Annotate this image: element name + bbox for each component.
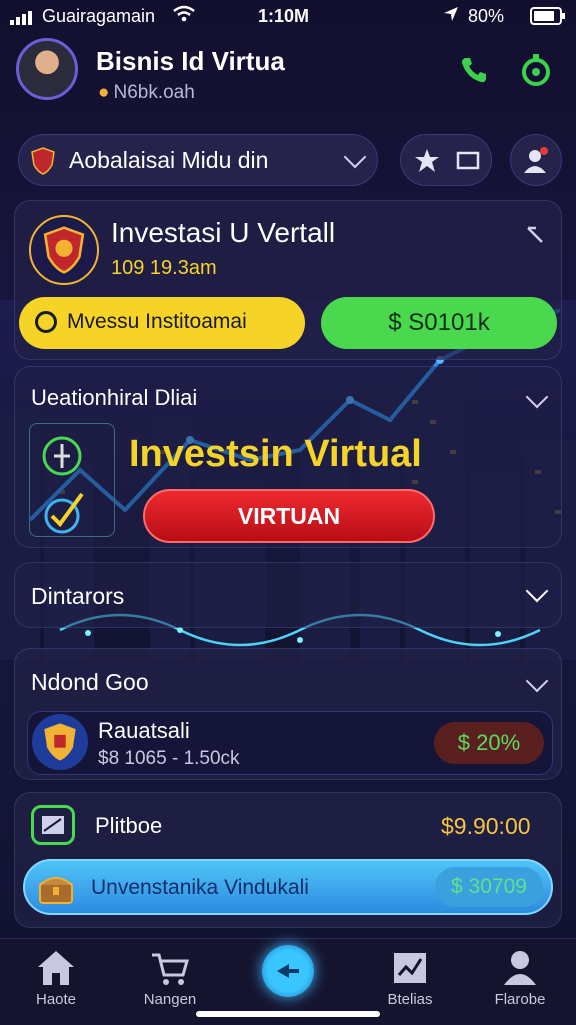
nav-item-profile[interactable]: Flarobe [470,947,570,1008]
check-icon [42,436,84,534]
virtual-invest-value: $ 30709 [435,867,543,907]
page-title: Bisnis Id Virtua [96,46,285,76]
profile-button[interactable] [510,134,562,186]
alarm-icon[interactable] [516,50,556,90]
location-icon [442,5,460,28]
window-icon[interactable] [455,147,483,175]
quick-actions [400,134,492,186]
section-nabond: Ndond Goo Rauatsali $8 1065 - 1.50ck $ 2… [14,648,562,780]
section-plitboe-value: $9.90:00 [441,813,531,839]
wifi-icon [172,5,196,28]
yellow-invest-button[interactable]: Mvessu Institoamai [19,297,305,349]
chevron-down-icon [343,145,367,169]
investment-card: Investasi U Vertall 109 19.3am Mvessu In… [14,200,562,360]
star-icon[interactable] [413,147,441,175]
nav-item-cart[interactable]: Nangen [120,947,220,1008]
document-icon [31,805,75,845]
coat-of-arms-icon [32,714,88,770]
avatar[interactable] [16,38,78,100]
profile-icon [470,947,570,987]
section-dintarors-label: Dintarors [31,583,125,609]
nav-item-cart-label: Nangen [143,991,197,1008]
list-item[interactable]: Rauatsali $8 1065 - 1.50ck $ 20% [27,711,553,775]
percent-badge-label: $ 20% [457,730,521,755]
chart-board-icon [360,947,460,987]
promo-headline: Investsin Virtual [129,433,422,475]
search-selector-label: Aobalaisai Midu din [69,147,269,173]
cart-icon [120,947,220,987]
percent-badge: $ 20% [434,722,544,764]
carrier-name: Guairagamain [42,6,156,26]
list-item-name: Rauatsali [98,718,190,743]
shield-icon [31,147,55,180]
section-dintarors[interactable]: Dintarors [14,562,562,628]
virtual-invest-bar[interactable]: Unvenstanika Vindukali $ 30709 [23,859,553,915]
center-action-button[interactable] [262,945,314,997]
battery-percent: 80% [468,6,505,26]
nav-item-stats-label: Btelias [387,991,433,1008]
header-subtitle: ● N6bk.oah [98,82,195,104]
treasure-chest-icon [37,869,75,907]
nav-item-stats[interactable]: Btelias [360,947,460,1008]
center-action-icon [277,964,299,978]
section-plitboe: Plitboe $9.90:00 Unvenstanika Vindukali … [14,792,562,928]
list-item-range: $8 1065 - 1.50ck [98,748,240,769]
status-bar: Guairagamain 1:10M 80% [0,0,576,32]
search-selector[interactable]: Aobalaisai Midu din [18,134,378,186]
chevron-down-icon[interactable] [525,669,549,693]
yellow-invest-button-label: Mvessu Institoamai [67,310,247,333]
virtual-button[interactable]: VIRTUAN [143,489,435,543]
chevron-down-icon[interactable] [525,385,549,409]
investment-card-title: Investasi U Vertall [111,217,336,248]
nav-item-profile-label: Flarobe [494,991,546,1008]
virtual-invest-value-label: $ 30709 [451,875,527,898]
virtual-button-label: VIRTUAN [237,502,341,529]
promo-label: Ueationhiral Dliai [31,385,198,410]
virtual-invest-bar-label: Unvenstanika Vindukali [91,876,309,899]
green-value-button[interactable]: $ S0101k [321,297,557,349]
nav-item-home-label: Haote [35,991,77,1008]
user-icon: ● [98,82,110,103]
signal-icon [10,9,38,30]
nav-item-home[interactable]: Haote [6,947,106,1008]
green-value-label: $ S0101k [388,309,490,336]
status-time: 1:10M [258,6,310,26]
emblem-icon [29,215,99,285]
promo-card: Ueationhiral Dliai Investsin Virtual VIR… [14,366,562,548]
header-subtitle-text: N6bk.oah [113,82,195,103]
user-alert-icon [521,145,551,175]
home-indicator [196,1011,380,1017]
home-icon [6,947,106,987]
app-header: Bisnis Id Virtua ● N6bk.oah [0,34,576,114]
collapse-icon[interactable] [521,221,549,249]
bottom-nav: Haote Nangen Btelias Flarobe [0,938,576,1025]
progress-graphic [29,423,115,537]
section-nabond-label: Ndond Goo [31,669,149,695]
chevron-down-icon [525,579,549,603]
circle-icon [35,311,57,333]
phone-icon[interactable] [456,52,492,88]
investment-card-subtitle: 109 19.3am [111,257,217,279]
section-plitboe-label: Plitboe [95,813,163,838]
battery-icon [530,7,566,30]
